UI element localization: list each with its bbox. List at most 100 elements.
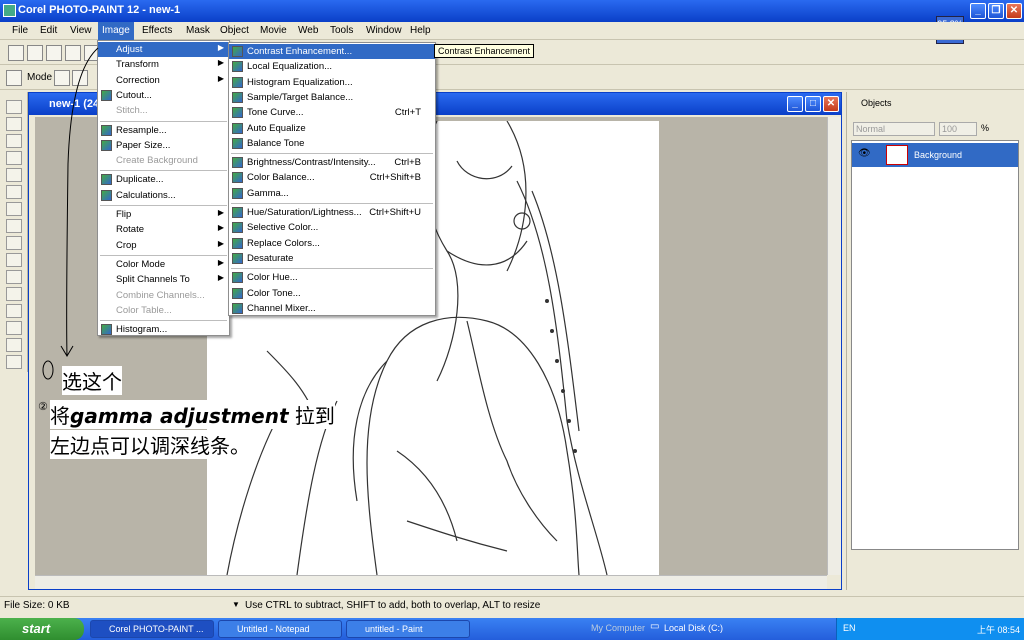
- toolbox-tool-10[interactable]: [6, 270, 22, 284]
- menu-tools[interactable]: Tools: [326, 25, 357, 36]
- menu-item-flip[interactable]: Flip ▶: [98, 207, 229, 222]
- toolbox-tool-9[interactable]: [6, 253, 22, 267]
- menu-item-sample-target-balance[interactable]: Sample/Target Balance...: [229, 90, 435, 105]
- menu-item-resample[interactable]: Resample...: [98, 123, 229, 138]
- task-photopaint[interactable]: Corel PHOTO-PAINT ...: [90, 620, 214, 638]
- menu-item-color-balance[interactable]: Color Balance... Ctrl+Shift+B: [229, 170, 435, 185]
- menu-item-local-equalization[interactable]: Local Equalization...: [229, 59, 435, 74]
- objects-panel-title: Objects: [861, 98, 892, 108]
- menu-item-shortcut: Ctrl+Shift+B: [369, 172, 421, 184]
- menu-item-brightness-contrast-intensity[interactable]: Brightness/Contrast/Intensity... Ctrl+B: [229, 155, 435, 170]
- toolbox-tool-5[interactable]: [6, 185, 22, 199]
- menu-item-label: Color Mode: [116, 258, 166, 270]
- menu-item-color-hue[interactable]: Color Hue...: [229, 270, 435, 285]
- menu-movie[interactable]: Movie: [256, 25, 291, 36]
- menu-item-shortcut: Ctrl+B: [394, 157, 421, 169]
- my-computer-link[interactable]: My Computer: [591, 623, 645, 633]
- menu-item-icon: [232, 302, 243, 314]
- menu-window[interactable]: Window: [362, 25, 406, 36]
- menu-item-auto-equalize[interactable]: Auto Equalize: [229, 121, 435, 136]
- toolbox-tool-7[interactable]: [6, 219, 22, 233]
- menu-item-icon: [232, 272, 243, 284]
- menu-item-label: Cutout...: [116, 89, 152, 101]
- menu-item-adjust[interactable]: Adjust ▶: [98, 42, 229, 57]
- menu-item-color-mode[interactable]: Color Mode ▶: [98, 257, 229, 272]
- toolbox-tool-15[interactable]: [6, 355, 22, 369]
- menu-effects[interactable]: Effects: [138, 25, 176, 36]
- menu-view[interactable]: View: [66, 25, 96, 36]
- task-notepad[interactable]: Untitled - Notepad: [218, 620, 342, 638]
- menu-item-histogram[interactable]: Histogram...: [98, 322, 229, 337]
- menu-item-crop[interactable]: Crop ▶: [98, 238, 229, 253]
- menu-item-replace-colors[interactable]: Replace Colors...: [229, 236, 435, 251]
- toolbox-tool-11[interactable]: [6, 287, 22, 301]
- menu-item-selective-color[interactable]: Selective Color...: [229, 220, 435, 235]
- toolbox-tool-14[interactable]: [6, 338, 22, 352]
- toolbox-tool-3[interactable]: [6, 151, 22, 165]
- blend-mode-select[interactable]: Normal: [853, 122, 935, 136]
- menu-item-hue-saturation-lightness[interactable]: Hue/Saturation/Lightness... Ctrl+Shift+U: [229, 205, 435, 220]
- minimize-button[interactable]: _: [970, 3, 986, 19]
- restore-button[interactable]: ❐: [988, 3, 1004, 19]
- menu-item-icon: [232, 91, 243, 103]
- menu-item-cutout[interactable]: Cutout...: [98, 88, 229, 103]
- menu-item-paper-size[interactable]: Paper Size...: [98, 138, 229, 153]
- toolbox-tool-1[interactable]: [6, 117, 22, 131]
- close-button[interactable]: ✕: [1006, 3, 1022, 19]
- task-paint[interactable]: untitled - Paint: [346, 620, 470, 638]
- app-icon: [3, 4, 16, 17]
- menu-item-calculations[interactable]: Calculations...: [98, 188, 229, 203]
- menu-item-balance-tone[interactable]: Balance Tone: [229, 136, 435, 151]
- toolbox-tool-12[interactable]: [6, 304, 22, 318]
- title-bar: Corel PHOTO-PAINT 12 - new-1 _ ❐ ✕: [0, 0, 1024, 22]
- toolbar-button-0[interactable]: [8, 45, 24, 61]
- horizontal-scrollbar[interactable]: [35, 575, 827, 589]
- menu-item-histogram-equalization[interactable]: Histogram Equalization...: [229, 75, 435, 90]
- layer-row-background[interactable]: 👁 Background: [852, 143, 1018, 167]
- menu-item-duplicate[interactable]: Duplicate...: [98, 172, 229, 187]
- doc-maximize-button[interactable]: □: [805, 96, 821, 112]
- status-dropdown-icon[interactable]: ▼: [232, 600, 240, 609]
- language-indicator[interactable]: EN: [843, 623, 856, 633]
- toolbox-tool-2[interactable]: [6, 134, 22, 148]
- menu-item-label: Split Channels To: [116, 274, 190, 286]
- toolbox-tool-0[interactable]: [6, 100, 22, 114]
- vertical-scrollbar[interactable]: [827, 117, 841, 575]
- menu-item-label: Gamma...: [247, 187, 289, 199]
- annotation-step-2-cont: 左边点可以调深线条。: [50, 430, 250, 459]
- menu-item-desaturate[interactable]: Desaturate: [229, 251, 435, 266]
- menu-mask[interactable]: Mask: [182, 25, 214, 36]
- menu-item-tone-curve[interactable]: Tone Curve... Ctrl+T: [229, 105, 435, 120]
- toolbox-tool-8[interactable]: [6, 236, 22, 250]
- menu-item-channel-mixer[interactable]: Channel Mixer...: [229, 301, 435, 316]
- menu-item-label: Create Background: [116, 155, 198, 167]
- mask-tool-icon[interactable]: [6, 70, 22, 86]
- doc-close-button[interactable]: ✕: [823, 96, 839, 112]
- menu-item-create-background: Create Background: [98, 153, 229, 168]
- menu-item-correction[interactable]: Correction ▶: [98, 73, 229, 88]
- menu-help[interactable]: Help: [406, 25, 435, 36]
- toolbox-tool-6[interactable]: [6, 202, 22, 216]
- menu-item-split-channels-to[interactable]: Split Channels To ▶: [98, 272, 229, 287]
- menu-item-icon: [232, 207, 243, 218]
- toolbox-tool-13[interactable]: [6, 321, 22, 335]
- menu-item-transform[interactable]: Transform ▶: [98, 57, 229, 72]
- menu-web[interactable]: Web: [294, 25, 322, 36]
- opacity-input[interactable]: 100: [939, 122, 977, 136]
- menu-object[interactable]: Object: [216, 25, 253, 36]
- eye-icon[interactable]: 👁: [858, 148, 871, 159]
- menu-item-label: Sample/Target Balance...: [247, 91, 354, 103]
- local-disk-link[interactable]: Local Disk (C:): [664, 623, 723, 633]
- menu-item-color-tone[interactable]: Color Tone...: [229, 286, 435, 301]
- menu-edit[interactable]: Edit: [36, 25, 61, 36]
- menu-item-label: Color Hue...: [247, 272, 298, 284]
- menu-item-icon: [232, 137, 243, 149]
- menu-file[interactable]: File: [8, 25, 32, 36]
- menu-item-contrast-enhancement[interactable]: Contrast Enhancement...: [229, 44, 435, 59]
- toolbox-tool-4[interactable]: [6, 168, 22, 182]
- menu-item-gamma[interactable]: Gamma...: [229, 186, 435, 201]
- start-button[interactable]: start: [0, 618, 84, 640]
- menu-item-rotate[interactable]: Rotate ▶: [98, 222, 229, 237]
- doc-minimize-button[interactable]: _: [787, 96, 803, 112]
- menu-image[interactable]: Image: [98, 22, 134, 40]
